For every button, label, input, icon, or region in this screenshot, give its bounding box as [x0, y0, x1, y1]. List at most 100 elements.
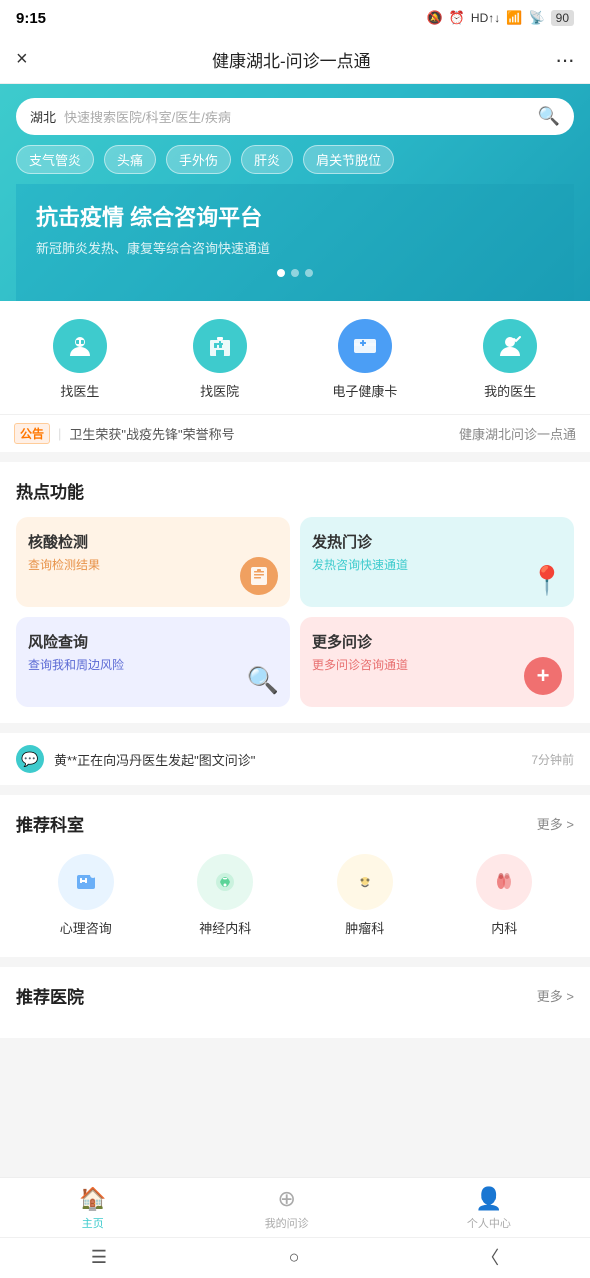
live-feed[interactable]: 💬 黄**正在向冯丹医生发起"图文问诊" 7分钟前 [0, 733, 590, 785]
banner-dots [36, 269, 554, 277]
cellular-icon: 📶 [506, 10, 522, 26]
bottom-nav: 🏠 主页 ⊕ 我的问诊 👤 个人中心 ☰ ○ 〈 [0, 1177, 590, 1278]
search-section: 湖北 快速搜索医院/科室/医生/疾病 🔍 支气管炎 头痛 手外伤 肝炎 肩关节脱… [0, 84, 590, 301]
nav-find-hospital[interactable]: 找医院 [193, 319, 247, 400]
nav-bar: × 健康湖北-问诊一点通 ··· [0, 36, 590, 84]
oncology-label: 肿瘤科 [345, 918, 384, 937]
system-buttons: ☰ ○ 〈 [0, 1237, 590, 1278]
status-time: 9:15 [16, 10, 46, 27]
psychology-icon [58, 854, 114, 910]
banner-dot-1[interactable] [277, 269, 285, 277]
nav-my-doctor[interactable]: 我的医生 [483, 319, 537, 400]
tag-bronchitis[interactable]: 支气管炎 [16, 145, 94, 174]
bottom-tabs: 🏠 主页 ⊕ 我的问诊 👤 个人中心 [0, 1178, 590, 1237]
tag-hepatitis[interactable]: 肝炎 [241, 145, 293, 174]
risk-icon: 🔍 [244, 661, 282, 699]
quick-tags: 支气管炎 头痛 手外伤 肝炎 肩关节脱位 [16, 135, 574, 184]
search-region: 湖北 [30, 107, 56, 126]
oncology-icon [337, 854, 393, 910]
more-title: 更多问诊 [312, 631, 562, 652]
internal-medicine-icon [476, 854, 532, 910]
recommended-hospitals-section: 推荐医院 更多 > [0, 967, 590, 1038]
search-bar[interactable]: 湖北 快速搜索医院/科室/医生/疾病 🔍 [16, 98, 574, 135]
more-hospitals-label: 更多 > [537, 986, 574, 1005]
recommended-depts-title: 推荐科室 [16, 811, 84, 836]
notice-text: 卫生荣获"战疫先锋"荣誉称号 [69, 424, 451, 443]
more-depts-button[interactable]: 更多 > [537, 814, 574, 833]
hot-functions-section: 热点功能 核酸检测 查询检测结果 发热门诊 发热咨询快速通道 📍 风险查询 查 [0, 462, 590, 723]
tag-headache[interactable]: 头痛 [104, 145, 156, 174]
fever-sub: 发热咨询快速通道 [312, 556, 562, 573]
consultation-label: 我的问诊 [265, 1215, 309, 1231]
banner-title: 抗击疫情 综合咨询平台 [36, 200, 554, 232]
tab-consultation[interactable]: ⊕ 我的问诊 [265, 1186, 309, 1231]
risk-sub: 查询我和周边风险 [28, 656, 278, 673]
banner-dot-2[interactable] [291, 269, 299, 277]
close-button[interactable]: × [16, 48, 28, 71]
home-label: 主页 [82, 1215, 104, 1231]
neurology-icon [197, 854, 253, 910]
status-icons: 🔕 ⏰ HD↑↓ 📶 📡 90 [427, 10, 574, 26]
banner: 抗击疫情 综合咨询平台 新冠肺炎发热、康复等综合咨询快速通道 [16, 184, 574, 301]
nav-find-doctor[interactable]: 找医生 [53, 319, 107, 400]
consultation-icon: ⊕ [277, 1186, 295, 1212]
live-icon: 💬 [16, 745, 44, 773]
live-time: 7分钟前 [531, 751, 574, 768]
hot-functions-grid: 核酸检测 查询检测结果 发热门诊 发热咨询快速通道 📍 风险查询 查询我和周边风… [16, 517, 574, 707]
tag-shoulder[interactable]: 肩关节脱位 [303, 145, 394, 174]
banner-dot-3[interactable] [305, 269, 313, 277]
more-button[interactable]: ··· [555, 47, 574, 73]
health-card-label: 电子健康卡 [332, 381, 397, 400]
recommended-depts-header: 推荐科室 更多 > [16, 811, 574, 836]
neurology-label: 神经内科 [199, 918, 251, 937]
dept-neurology[interactable]: 神经内科 [197, 854, 253, 937]
risk-title: 风险查询 [28, 631, 278, 652]
hot-card-risk[interactable]: 风险查询 查询我和周边风险 🔍 [16, 617, 290, 707]
nav-health-card[interactable]: 电子健康卡 [332, 319, 397, 400]
dept-oncology[interactable]: 肿瘤科 [337, 854, 393, 937]
notice-tag: 公告 [14, 423, 50, 444]
menu-button[interactable]: ☰ [91, 1247, 107, 1268]
my-doctor-label: 我的医生 [484, 381, 536, 400]
internal-medicine-label: 内科 [491, 918, 517, 937]
alarm-icon: 🔕 [427, 10, 443, 26]
more-depts-label: 更多 > [537, 814, 574, 833]
more-icon: + [524, 657, 562, 695]
profile-icon: 👤 [475, 1186, 502, 1212]
status-bar: 9:15 🔕 ⏰ HD↑↓ 📶 📡 90 [0, 0, 590, 36]
notice-bar[interactable]: 公告 | 卫生荣获"战疫先锋"荣誉称号 健康湖北问诊一点通 [0, 414, 590, 452]
signal-icon: HD↑↓ [471, 11, 500, 25]
hot-card-more[interactable]: 更多问诊 更多问诊咨询通道 + [300, 617, 574, 707]
profile-label: 个人中心 [467, 1215, 511, 1231]
doctor-icon [53, 319, 107, 373]
live-text: 黄**正在向冯丹医生发起"图文问诊" [54, 750, 521, 769]
hot-functions-title: 热点功能 [16, 478, 84, 503]
clock-icon: ⏰ [449, 10, 465, 26]
search-icon[interactable]: 🔍 [538, 106, 560, 127]
recommended-hospitals-header: 推荐医院 更多 > [16, 983, 574, 1008]
nucleic-title: 核酸检测 [28, 531, 278, 552]
fever-title: 发热门诊 [312, 531, 562, 552]
tab-home[interactable]: 🏠 主页 [79, 1186, 106, 1231]
page-title: 健康湖北-问诊一点通 [212, 47, 371, 72]
more-hospitals-button[interactable]: 更多 > [537, 986, 574, 1005]
doctor-label: 找医生 [60, 381, 99, 400]
dept-grid: 心理咨询 神经内科 [16, 850, 574, 941]
back-button[interactable]: 〈 [481, 1244, 499, 1270]
psychology-label: 心理咨询 [60, 918, 112, 937]
my-doctor-icon [483, 319, 537, 373]
recommended-depts-section: 推荐科室 更多 > 心理咨询 [0, 795, 590, 957]
home-icon: 🏠 [79, 1186, 106, 1212]
dept-psychology[interactable]: 心理咨询 [58, 854, 114, 937]
battery-icon: 90 [551, 10, 574, 26]
banner-subtitle: 新冠肺炎发热、康复等综合咨询快速通道 [36, 238, 554, 257]
recommended-hospitals-title: 推荐医院 [16, 983, 84, 1008]
tab-profile[interactable]: 👤 个人中心 [467, 1186, 511, 1231]
dept-internal-medicine[interactable]: 内科 [476, 854, 532, 937]
tag-hand-injury[interactable]: 手外伤 [166, 145, 231, 174]
hot-card-fever[interactable]: 发热门诊 发热咨询快速通道 📍 [300, 517, 574, 607]
notice-separator: | [58, 426, 61, 441]
hot-card-nucleic[interactable]: 核酸检测 查询检测结果 [16, 517, 290, 607]
hot-functions-header: 热点功能 [16, 478, 574, 503]
home-button[interactable]: ○ [289, 1247, 300, 1268]
